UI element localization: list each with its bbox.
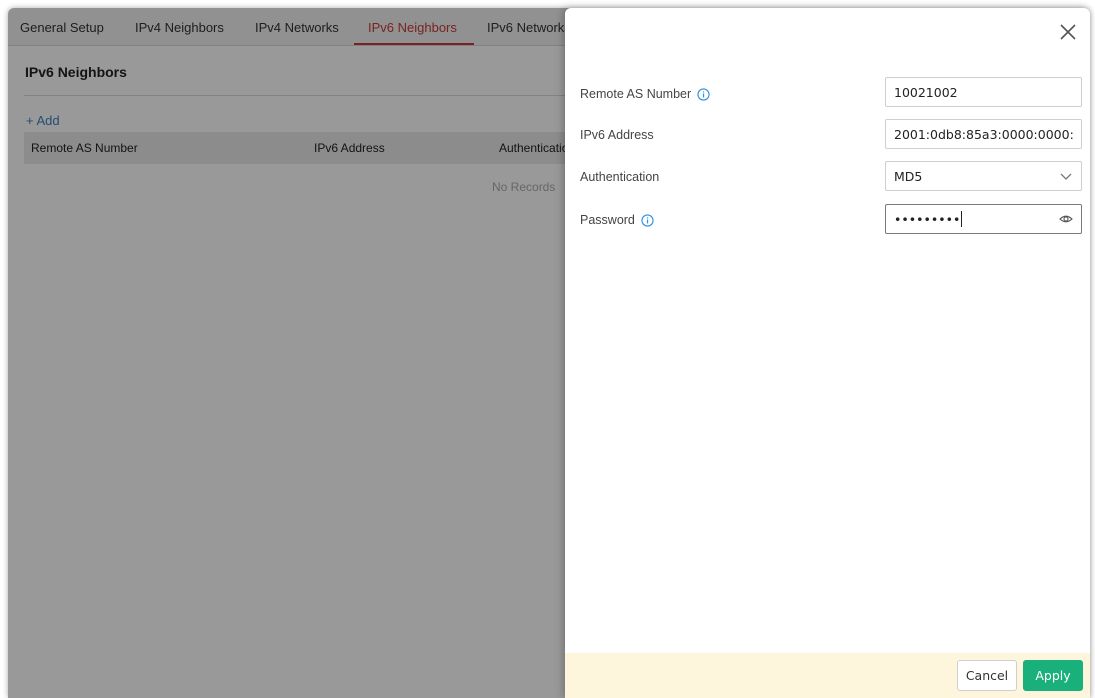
close-button[interactable]: [1056, 20, 1080, 44]
ipv6-address-label-text: IPv6 Address: [580, 128, 654, 142]
authentication-selected-value: MD5: [894, 168, 923, 184]
chevron-down-icon[interactable]: [1059, 169, 1073, 183]
remote-as-number-input[interactable]: 10021002: [885, 77, 1082, 107]
authentication-label: Authentication: [580, 170, 659, 184]
cancel-button[interactable]: Cancel: [957, 660, 1017, 691]
password-label: Password: [580, 213, 654, 227]
neighbor-edit-panel: Remote AS Number 10021002 IPv6 Address 2…: [565, 8, 1090, 698]
text-cursor: [961, 211, 963, 227]
authentication-label-text: Authentication: [580, 170, 660, 184]
panel-footer: Cancel Apply: [565, 653, 1090, 698]
password-label-text: Password: [580, 213, 635, 227]
apply-button[interactable]: Apply: [1023, 660, 1083, 691]
ipv6-address-input[interactable]: 2001:0db8:85a3:0000:0000:8a2e: [885, 119, 1082, 149]
info-icon[interactable]: [641, 213, 654, 227]
password-input[interactable]: •••••••••: [885, 204, 1082, 234]
ipv6-address-value: 2001:0db8:85a3:0000:0000:8a2e: [894, 126, 1073, 142]
remote-as-number-label: Remote AS Number: [580, 87, 710, 101]
authentication-select[interactable]: MD5: [885, 161, 1082, 191]
remote-as-number-label-text: Remote AS Number: [580, 87, 692, 101]
info-icon[interactable]: [697, 87, 710, 101]
close-icon: [1060, 24, 1076, 40]
password-masked-value: •••••••••: [894, 211, 961, 227]
eye-icon[interactable]: [1059, 212, 1073, 226]
ipv6-address-label: IPv6 Address: [580, 128, 654, 142]
remote-as-number-value: 10021002: [894, 84, 958, 100]
